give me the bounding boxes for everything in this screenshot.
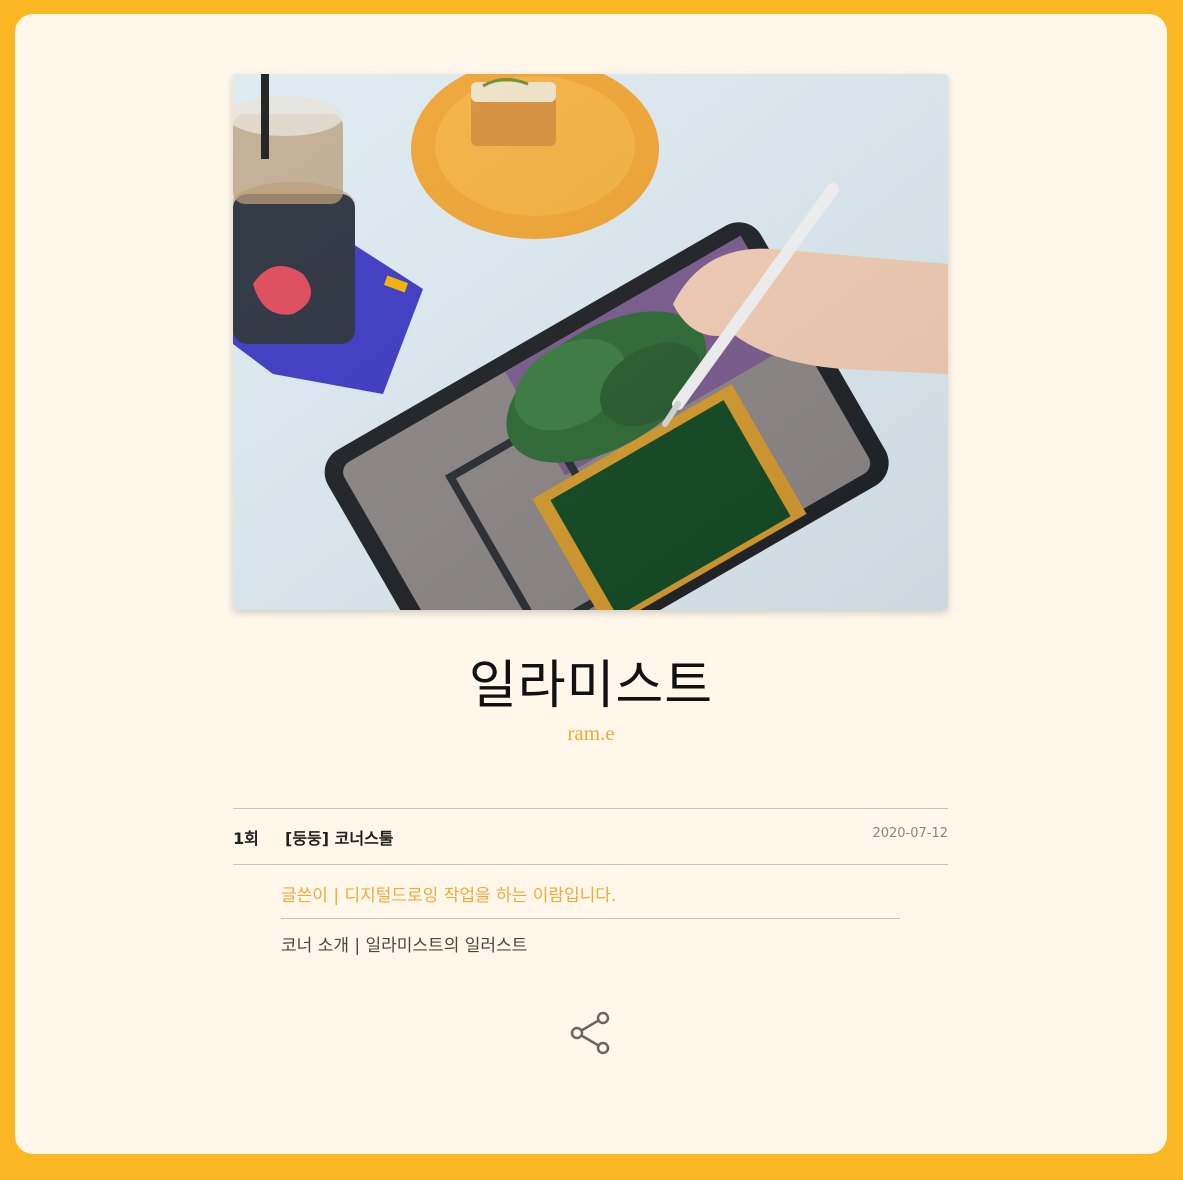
divider-middle xyxy=(233,864,948,865)
share-button[interactable] xyxy=(569,1009,613,1057)
divider-intro xyxy=(281,918,900,919)
episode-number: 1회 xyxy=(233,829,259,848)
share-icon xyxy=(570,1011,610,1055)
corner-intro: 코너 소개 | 일라미스트의 일러스트 xyxy=(281,936,528,956)
author-name[interactable]: ram.e xyxy=(15,721,1167,746)
page-title: 일라미스트 xyxy=(468,656,714,716)
episode-date: 2020-07-12 xyxy=(872,826,948,841)
cover-image xyxy=(233,74,948,610)
cover-illustration xyxy=(233,74,948,610)
episode-row[interactable]: 1회 [둥둥] 코너스툴 2020-07-12 xyxy=(233,809,948,864)
episode-title[interactable]: [둥둥] 코너스툴 xyxy=(285,825,394,849)
content-card: 일라미스트 ram.e 1회 [둥둥] 코너스툴 2020-07-12 글쓴이 … xyxy=(15,14,1167,1154)
writer-intro: 글쓴이 | 디지털드로잉 작업을 하는 이람입니다. xyxy=(281,886,617,906)
